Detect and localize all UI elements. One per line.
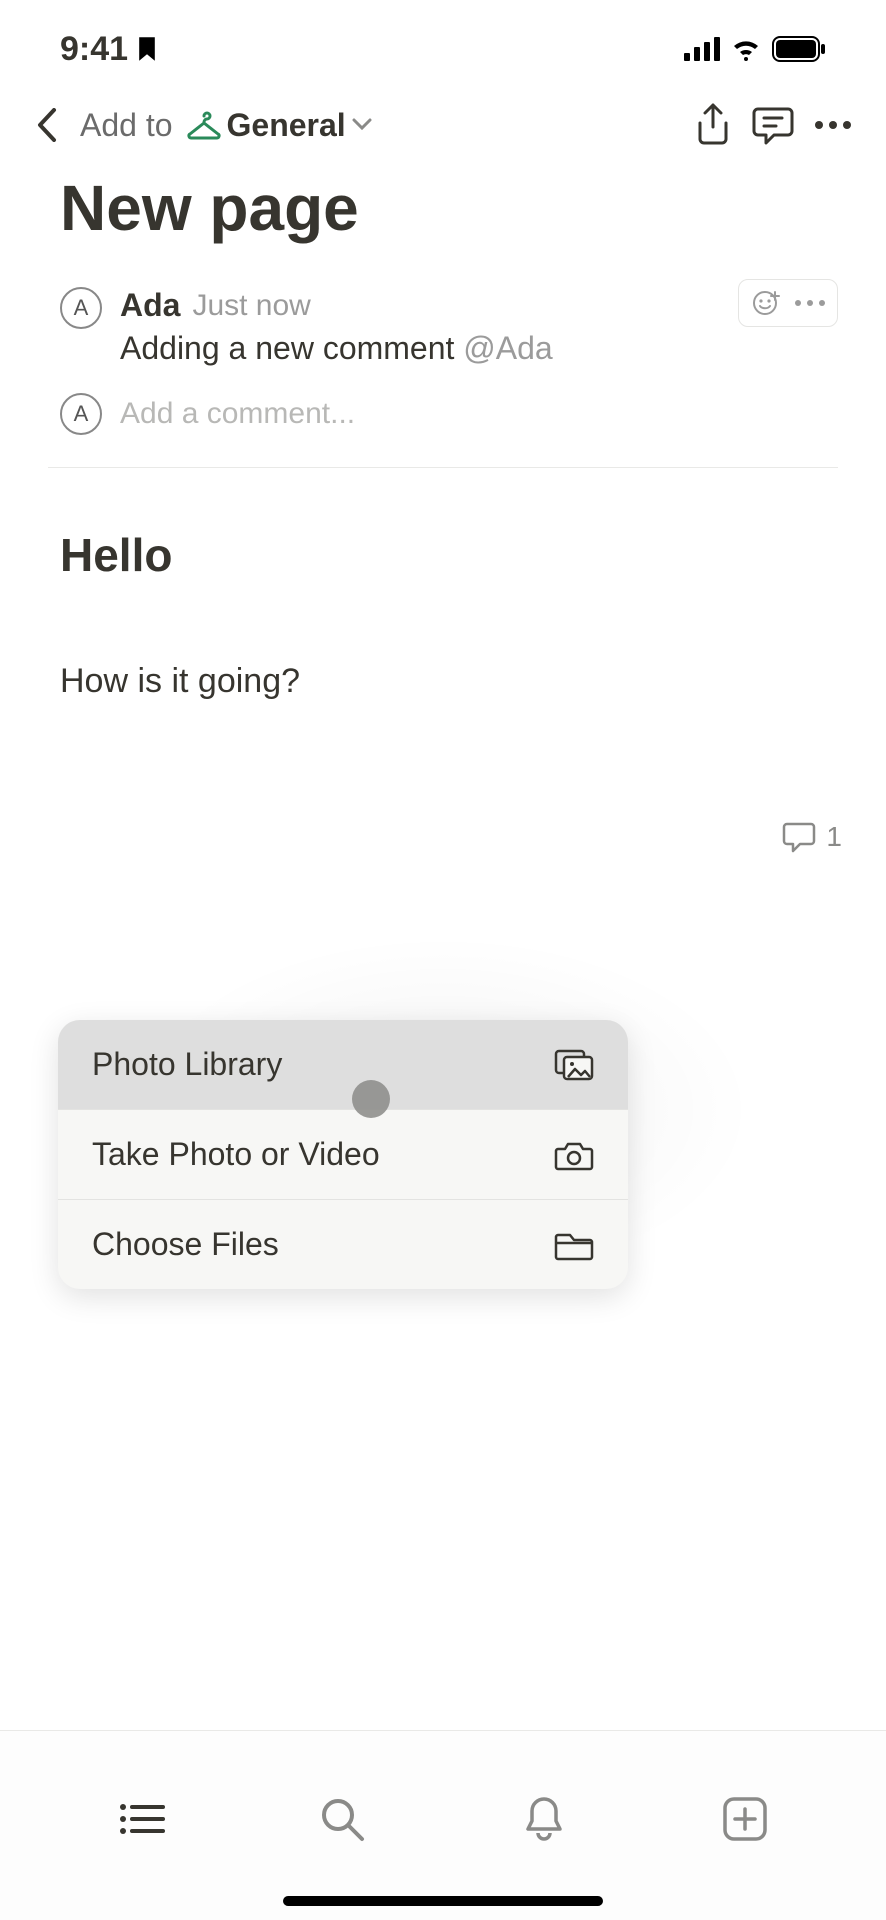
space-selector[interactable]: General: [187, 107, 372, 144]
page-title[interactable]: New page: [0, 173, 886, 267]
hanger-icon: [187, 110, 221, 140]
comment-mention[interactable]: @Ada: [463, 330, 552, 366]
inline-comment-count: 1: [826, 821, 842, 853]
more-icon: [815, 121, 851, 129]
menu-photo-library[interactable]: Photo Library: [58, 1020, 628, 1109]
folder-icon: [554, 1229, 594, 1261]
battery-icon: [772, 36, 826, 62]
photo-library-icon: [554, 1049, 594, 1081]
content-line[interactable]: How is it going?: [60, 662, 826, 701]
comment-author: Ada: [120, 287, 180, 324]
bookmark-icon: [136, 36, 158, 62]
avatar: A: [60, 287, 102, 329]
tab-new[interactable]: [715, 1789, 775, 1849]
comment-icon: [752, 105, 794, 145]
comments-button[interactable]: [750, 102, 796, 148]
back-button[interactable]: [30, 107, 66, 143]
search-icon: [318, 1795, 366, 1843]
comment-item[interactable]: A Ada Just now Adding a new comment @Ada: [60, 287, 838, 367]
home-indicator[interactable]: [283, 1896, 603, 1906]
status-time-group: 9:41: [60, 30, 158, 69]
menu-item-label: Photo Library: [92, 1046, 282, 1083]
chevron-left-icon: [36, 108, 60, 142]
list-icon: [117, 1799, 165, 1839]
bottom-tabbar: [0, 1730, 886, 1920]
menu-choose-files[interactable]: Choose Files: [58, 1200, 628, 1289]
plus-square-icon: [722, 1796, 768, 1842]
share-icon: [694, 103, 732, 147]
wifi-icon: [730, 37, 762, 61]
status-indicators: [684, 36, 826, 62]
addto-label: Add to: [80, 107, 173, 144]
comment-bubble-icon: [782, 821, 816, 853]
tab-list[interactable]: [111, 1789, 171, 1849]
cellular-icon: [684, 37, 720, 61]
status-time: 9:41: [60, 30, 128, 69]
tab-search[interactable]: [312, 1789, 372, 1849]
menu-item-label: Choose Files: [92, 1226, 279, 1263]
tab-notifications[interactable]: [514, 1789, 574, 1849]
touch-indicator: [352, 1080, 390, 1118]
chevron-down-icon: [352, 118, 372, 132]
menu-item-label: Take Photo or Video: [92, 1136, 380, 1173]
comment-actions: [738, 279, 838, 327]
share-button[interactable]: [690, 102, 736, 148]
camera-icon: [554, 1139, 594, 1171]
attachment-menu: Photo Library Take Photo or Video Choose…: [58, 1020, 628, 1289]
inline-comment-indicator[interactable]: 1: [0, 701, 886, 853]
comment-body: Ada Just now Adding a new comment @Ada: [120, 287, 838, 367]
comment-text-prefix: Adding a new comment: [120, 330, 463, 366]
comment-text: Adding a new comment @Ada: [120, 330, 838, 367]
comment-time: Just now: [192, 289, 310, 323]
top-nav: Add to General: [0, 90, 886, 173]
more-button[interactable]: [810, 102, 856, 148]
status-bar: 9:41: [0, 0, 886, 90]
add-comment-row[interactable]: A Add a comment...: [60, 393, 838, 435]
bell-icon: [522, 1795, 566, 1843]
content-heading[interactable]: Hello: [60, 528, 826, 582]
comment-thread: A Ada Just now Adding a new comment @Ada…: [0, 267, 886, 435]
add-reaction-icon[interactable]: [751, 288, 781, 318]
space-name: General: [227, 107, 346, 144]
add-comment-placeholder: Add a comment...: [120, 397, 355, 431]
menu-take-photo[interactable]: Take Photo or Video: [58, 1110, 628, 1199]
page-content[interactable]: Hello How is it going?: [0, 468, 886, 701]
comment-more-icon[interactable]: [795, 300, 825, 306]
avatar: A: [60, 393, 102, 435]
